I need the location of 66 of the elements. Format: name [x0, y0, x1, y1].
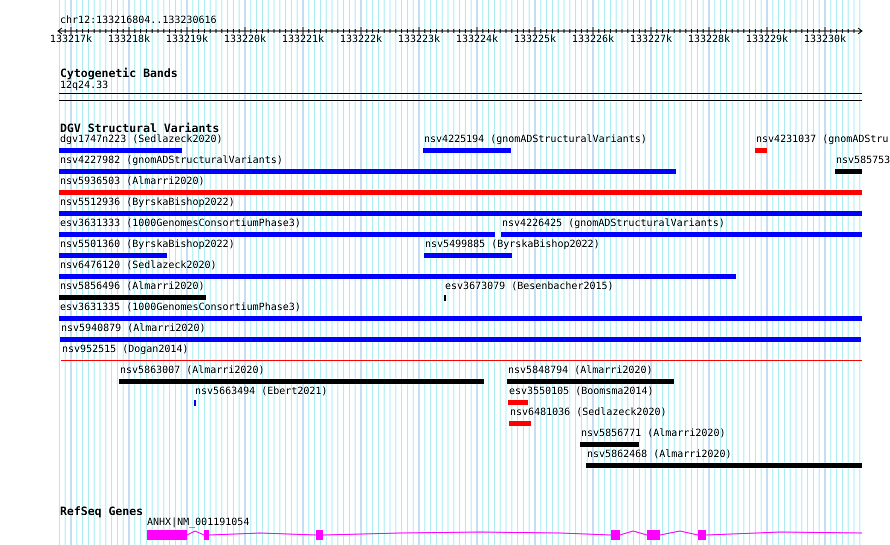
variant-label: nsv5501360 (ByrskaBishop2022) — [60, 239, 235, 251]
variant-label: nsv5863007 (Almarri2020) — [120, 365, 264, 377]
ruler-tick-label: 133220k — [222, 34, 268, 46]
ruler-tick-label: 133218k — [106, 34, 152, 46]
variant-label: nsv4225194 (gnomADStructuralVariants) — [424, 134, 647, 146]
variant-bar[interactable] — [586, 463, 862, 468]
variant-label: nsv5936503 (Almarri2020) — [60, 176, 204, 188]
variant-label: nsv5848794 (Almarri2020) — [508, 365, 652, 377]
variant-bar[interactable] — [59, 211, 862, 216]
variant-label: nsv6481036 (Sedlazeck2020) — [510, 407, 667, 419]
ruler-tick-label: 133228k — [686, 34, 732, 46]
track-title: Cytogenetic Bands — [60, 67, 178, 80]
variant-bar[interactable] — [509, 421, 531, 426]
band-label: 12q24.33 — [60, 80, 108, 92]
variant-bar[interactable] — [59, 274, 736, 279]
variant-label: nsv5862468 (Almarri2020) — [587, 449, 732, 461]
variant-label: esv3631333 (1000GenomesConsortiumPhase3) — [60, 218, 301, 230]
variant-label: esv3673079 (Besenbacher2015) — [445, 281, 614, 293]
variant-bar[interactable] — [60, 337, 861, 342]
variant-label: nsv5856771 (Almarri2020) — [581, 428, 726, 440]
variant-bar[interactable] — [119, 379, 484, 384]
variant-label: nsv5499885 (ByrskaBishop2022) — [425, 239, 600, 251]
variant-bar[interactable] — [59, 190, 862, 195]
gene-label: ANHX|NM_001191054 — [147, 517, 250, 529]
ruler-tick-label: 133225k — [512, 34, 558, 46]
variant-label: nsv4227982 (gnomADStructuralVariants) — [60, 155, 283, 167]
gene-model-drawing[interactable] — [147, 530, 862, 540]
variant-bar[interactable] — [424, 253, 512, 258]
variant-bar[interactable] — [580, 442, 639, 447]
variant-label: esv3631335 (1000GenomesConsortiumPhase3) — [60, 302, 301, 314]
variant-bar[interactable] — [59, 295, 206, 300]
variant-label: nsv4226425 (gnomADStructuralVariants) — [502, 218, 725, 230]
track-title: DGV Structural Variants — [60, 122, 220, 135]
variant-bar[interactable] — [59, 169, 676, 174]
variant-label: nsv6476120 (Sedlazeck2020) — [60, 260, 217, 272]
variant-bar[interactable] — [59, 148, 182, 153]
ruler-tick-label: 133229k — [744, 34, 790, 46]
ruler-tick-label: 133224k — [454, 34, 500, 46]
ruler-tick-label: 133230k — [802, 34, 848, 46]
ruler-tick-label: 133223k — [396, 34, 442, 46]
variant-bar[interactable] — [755, 148, 767, 153]
track-title: RefSeq Genes — [60, 505, 144, 518]
variant-bar[interactable] — [423, 148, 511, 153]
variant-label: nsv5856496 (Almarri2020) — [60, 281, 204, 293]
ruler-tick-label: 133222k — [338, 34, 384, 46]
variant-bar[interactable] — [59, 316, 862, 321]
ruler-tick-label: 133221k — [280, 34, 326, 46]
variant-label: nsv5512936 (ByrskaBishop2022) — [60, 197, 235, 209]
variant-bar[interactable] — [501, 232, 862, 237]
variant-label: nsv4231037 (gnomADStru — [756, 134, 888, 146]
variant-bar[interactable] — [835, 169, 862, 174]
ruler-tick-label: 133227k — [628, 34, 674, 46]
variant-label: nsv585753 — [836, 155, 890, 167]
ruler-tick-label: 133226k — [570, 34, 616, 46]
ruler-tick-label: 133219k — [164, 34, 210, 46]
variant-label: nsv952515 (Dogan2014) — [62, 344, 188, 356]
variant-bar[interactable] — [508, 400, 528, 405]
variant-bar[interactable] — [507, 379, 674, 384]
variant-label: nsv5663494 (Ebert2021) — [195, 386, 328, 398]
location-label: chr12:133216804..133230616 — [60, 15, 217, 27]
variant-bar[interactable] — [59, 232, 495, 237]
ruler-tick-label: 133217k — [48, 34, 94, 46]
variant-bar[interactable] — [59, 253, 167, 258]
variant-label: nsv5940879 (Almarri2020) — [61, 323, 206, 335]
variant-label: esv3550105 (Boomsma2014) — [509, 386, 654, 398]
variant-label: dgv1747n223 (Sedlazeck2020) — [60, 134, 223, 146]
